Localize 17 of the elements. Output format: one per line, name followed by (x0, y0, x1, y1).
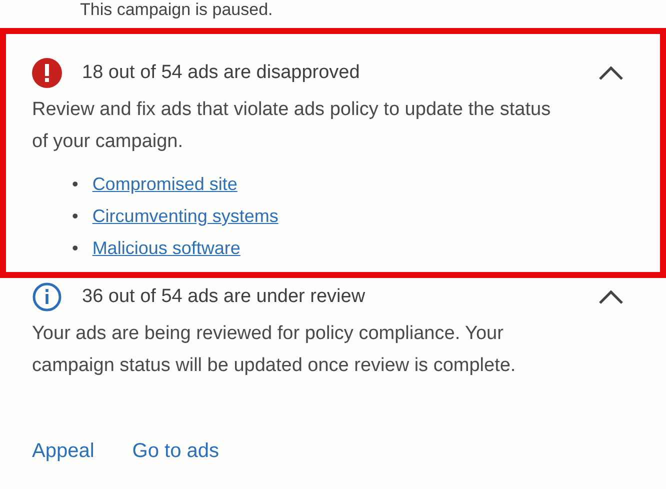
collapse-icon[interactable] (598, 289, 624, 305)
collapse-icon[interactable] (598, 65, 624, 81)
policy-link[interactable]: Compromised site (92, 168, 238, 200)
list-bullet: • (72, 237, 78, 260)
error-icon (32, 58, 62, 88)
info-icon (32, 282, 62, 312)
alert-title: 18 out of 54 ads are disapproved (82, 62, 361, 84)
alert-description: Review and fix ads that violate ads policy to update the status of your campaign. (32, 98, 552, 154)
list-bullet: • (72, 205, 78, 228)
policy-link[interactable]: Malicious software (92, 232, 240, 264)
alert-title: 36 out of 54 ads are under review (82, 286, 366, 308)
status-text: This campaign is paused. (80, 0, 274, 20)
list-bullet: • (72, 173, 78, 196)
alert-description: Your ads are being reviewed for policy compliance. Your campaign status will be updated once review is complete. (32, 322, 517, 378)
action-link[interactable]: Go to ads (132, 440, 219, 463)
action-link[interactable]: Appeal (32, 440, 94, 463)
policy-link[interactable]: Circumventing systems (92, 200, 278, 232)
